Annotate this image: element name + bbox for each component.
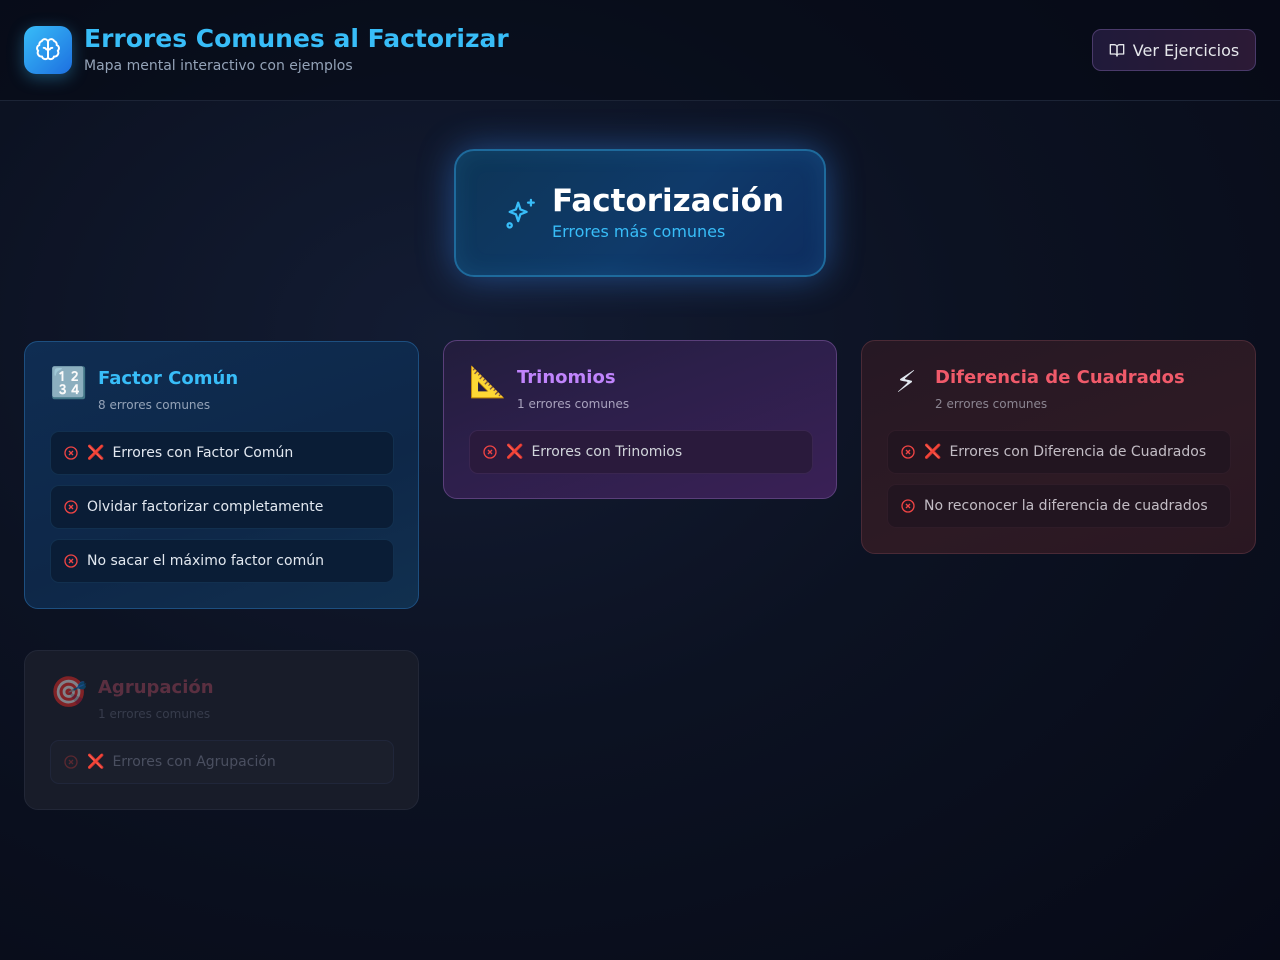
x-circle-icon: [64, 554, 78, 568]
category-title: Trinomios: [517, 367, 616, 388]
app-title: Errores Comunes al Factorizar: [84, 24, 509, 53]
error-item[interactable]: ❌ Errores con Diferencia de Cuadrados: [887, 430, 1231, 474]
view-exercises-button[interactable]: Ver Ejercicios: [1092, 29, 1256, 71]
x-circle-icon: [64, 500, 78, 514]
error-mark: ❌: [87, 445, 105, 461]
category-title: Agrupación: [98, 677, 214, 698]
error-count: 8 errores comunes: [98, 398, 211, 412]
error-item[interactable]: Olvidar factorizar completamente: [50, 485, 394, 529]
category-card-diferencia-cuadrados[interactable]: ⚡ Diferencia de Cuadrados 2 errores comu…: [861, 340, 1256, 554]
error-mark: ❌: [506, 444, 524, 460]
category-card-trinomios[interactable]: 📐 Trinomios 1 errores comunes ❌ Errores …: [443, 340, 837, 499]
x-circle-icon: [901, 499, 915, 513]
category-card-agrupacion[interactable]: 🎯 Agrupación 1 errores comunes ❌ Errores…: [24, 650, 419, 810]
central-node-subtitle: Errores más comunes: [552, 222, 726, 241]
app-subtitle: Mapa mental interactivo con ejemplos: [84, 58, 353, 74]
error-item[interactable]: No reconocer la diferencia de cuadrados: [887, 484, 1231, 528]
category-card-factor-comun[interactable]: 🔢 Factor Común 8 errores comunes ❌ Error…: [24, 341, 419, 609]
error-item[interactable]: No sacar el máximo factor común: [50, 539, 394, 583]
triangular-ruler-icon: 📐: [469, 365, 507, 400]
error-item[interactable]: ❌ Errores con Trinomios: [469, 430, 813, 474]
error-item-label: Olvidar factorizar completamente: [87, 499, 324, 515]
x-circle-icon: [901, 445, 915, 459]
book-open-icon: [1109, 44, 1125, 57]
x-circle-icon: [483, 445, 497, 459]
error-item-label: Errores con Trinomios: [531, 444, 683, 460]
x-circle-icon: [64, 446, 78, 460]
error-item-label: No sacar el máximo factor común: [87, 553, 324, 569]
central-node[interactable]: Factorización Errores más comunes: [454, 149, 826, 277]
error-count: 1 errores comunes: [517, 397, 630, 411]
error-item-label: Errores con Factor Común: [112, 445, 294, 461]
error-mark: ❌: [924, 444, 942, 460]
app-header: Errores Comunes al Factorizar Mapa menta…: [0, 0, 1280, 101]
target-icon: 🎯: [50, 675, 88, 710]
error-item-label: No reconocer la diferencia de cuadrados: [924, 498, 1208, 514]
view-exercises-label: Ver Ejercicios: [1132, 40, 1240, 60]
brain-icon: [24, 26, 72, 74]
error-count: 1 errores comunes: [98, 707, 211, 721]
error-item-label: Errores con Agrupación: [112, 754, 276, 770]
error-item-label: Errores con Diferencia de Cuadrados: [949, 444, 1207, 460]
error-mark: ❌: [87, 754, 105, 770]
numbers-icon: 🔢: [50, 366, 88, 401]
error-count: 2 errores comunes: [935, 397, 1048, 411]
x-circle-icon: [64, 755, 78, 769]
lightning-icon: ⚡: [895, 365, 917, 400]
sparkles-icon: [506, 198, 535, 229]
error-item[interactable]: ❌ Errores con Factor Común: [50, 431, 394, 475]
category-title: Diferencia de Cuadrados: [935, 367, 1185, 388]
category-title: Factor Común: [98, 368, 239, 389]
error-item[interactable]: ❌ Errores con Agrupación: [50, 740, 394, 784]
central-node-title: Factorización: [552, 183, 785, 219]
